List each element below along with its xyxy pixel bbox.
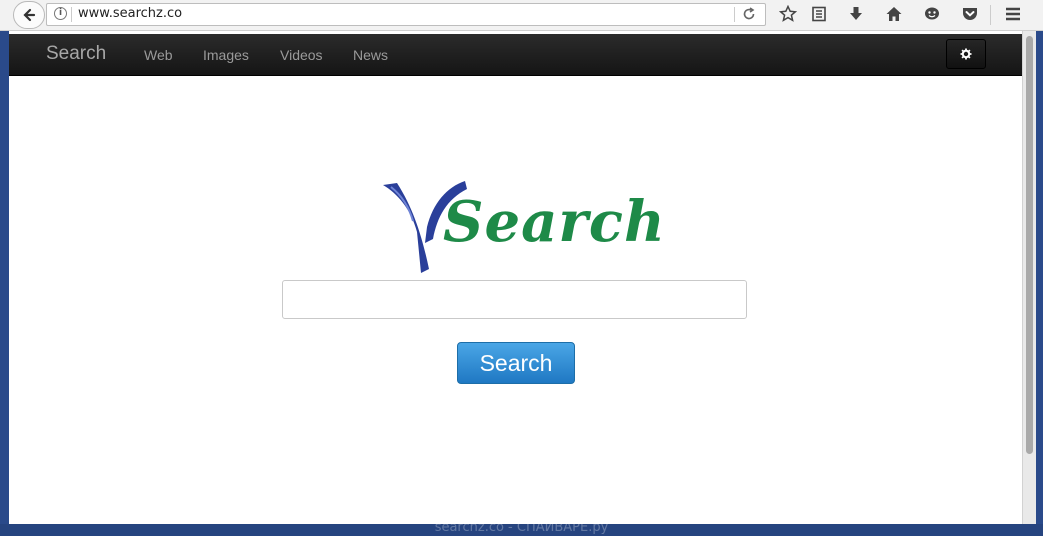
url-bar[interactable]: i www.searchz.co <box>46 3 766 26</box>
menu-icon[interactable] <box>1004 5 1022 23</box>
chat-icon[interactable] <box>923 5 941 23</box>
url-text[interactable]: www.searchz.co <box>78 6 182 21</box>
nav-link-images[interactable]: Images <box>203 47 249 63</box>
gear-icon <box>960 48 972 60</box>
search-button[interactable]: Search <box>457 342 575 384</box>
window-frame-left <box>0 31 9 536</box>
window-frame-right <box>1035 31 1043 536</box>
back-arrow-icon <box>23 8 36 22</box>
pocket-icon[interactable] <box>961 5 979 23</box>
navbar-brand[interactable]: Search <box>46 43 106 65</box>
settings-button[interactable] <box>946 39 986 69</box>
nav-link-videos[interactable]: Videos <box>280 47 323 63</box>
browser-toolbar: i www.searchz.co <box>0 0 1043 31</box>
star-icon[interactable] <box>779 5 797 23</box>
nav-link-news[interactable]: News <box>353 47 388 63</box>
scrollbar[interactable] <box>1022 31 1036 524</box>
site-navbar: Search Web Images Videos News <box>9 34 1022 76</box>
toolbar-separator <box>990 5 991 25</box>
logo-text: Search <box>443 189 666 255</box>
watermark-text: searchz.co - СПАЙВАРЕ.ру <box>434 520 609 535</box>
info-icon[interactable]: i <box>54 7 67 20</box>
home-icon[interactable] <box>885 5 903 23</box>
download-icon[interactable] <box>847 5 865 23</box>
reading-list-icon[interactable] <box>810 5 828 23</box>
search-input[interactable] <box>282 280 747 319</box>
reload-separator <box>734 7 735 22</box>
page-viewport: Search Web Images Videos News Search Sea… <box>9 31 1022 524</box>
nav-link-web[interactable]: Web <box>144 47 173 63</box>
site-logo: Search <box>377 177 665 277</box>
scrollbar-thumb[interactable] <box>1026 36 1033 454</box>
reload-icon[interactable] <box>741 6 757 22</box>
back-button[interactable] <box>13 1 45 29</box>
url-separator <box>71 7 72 22</box>
